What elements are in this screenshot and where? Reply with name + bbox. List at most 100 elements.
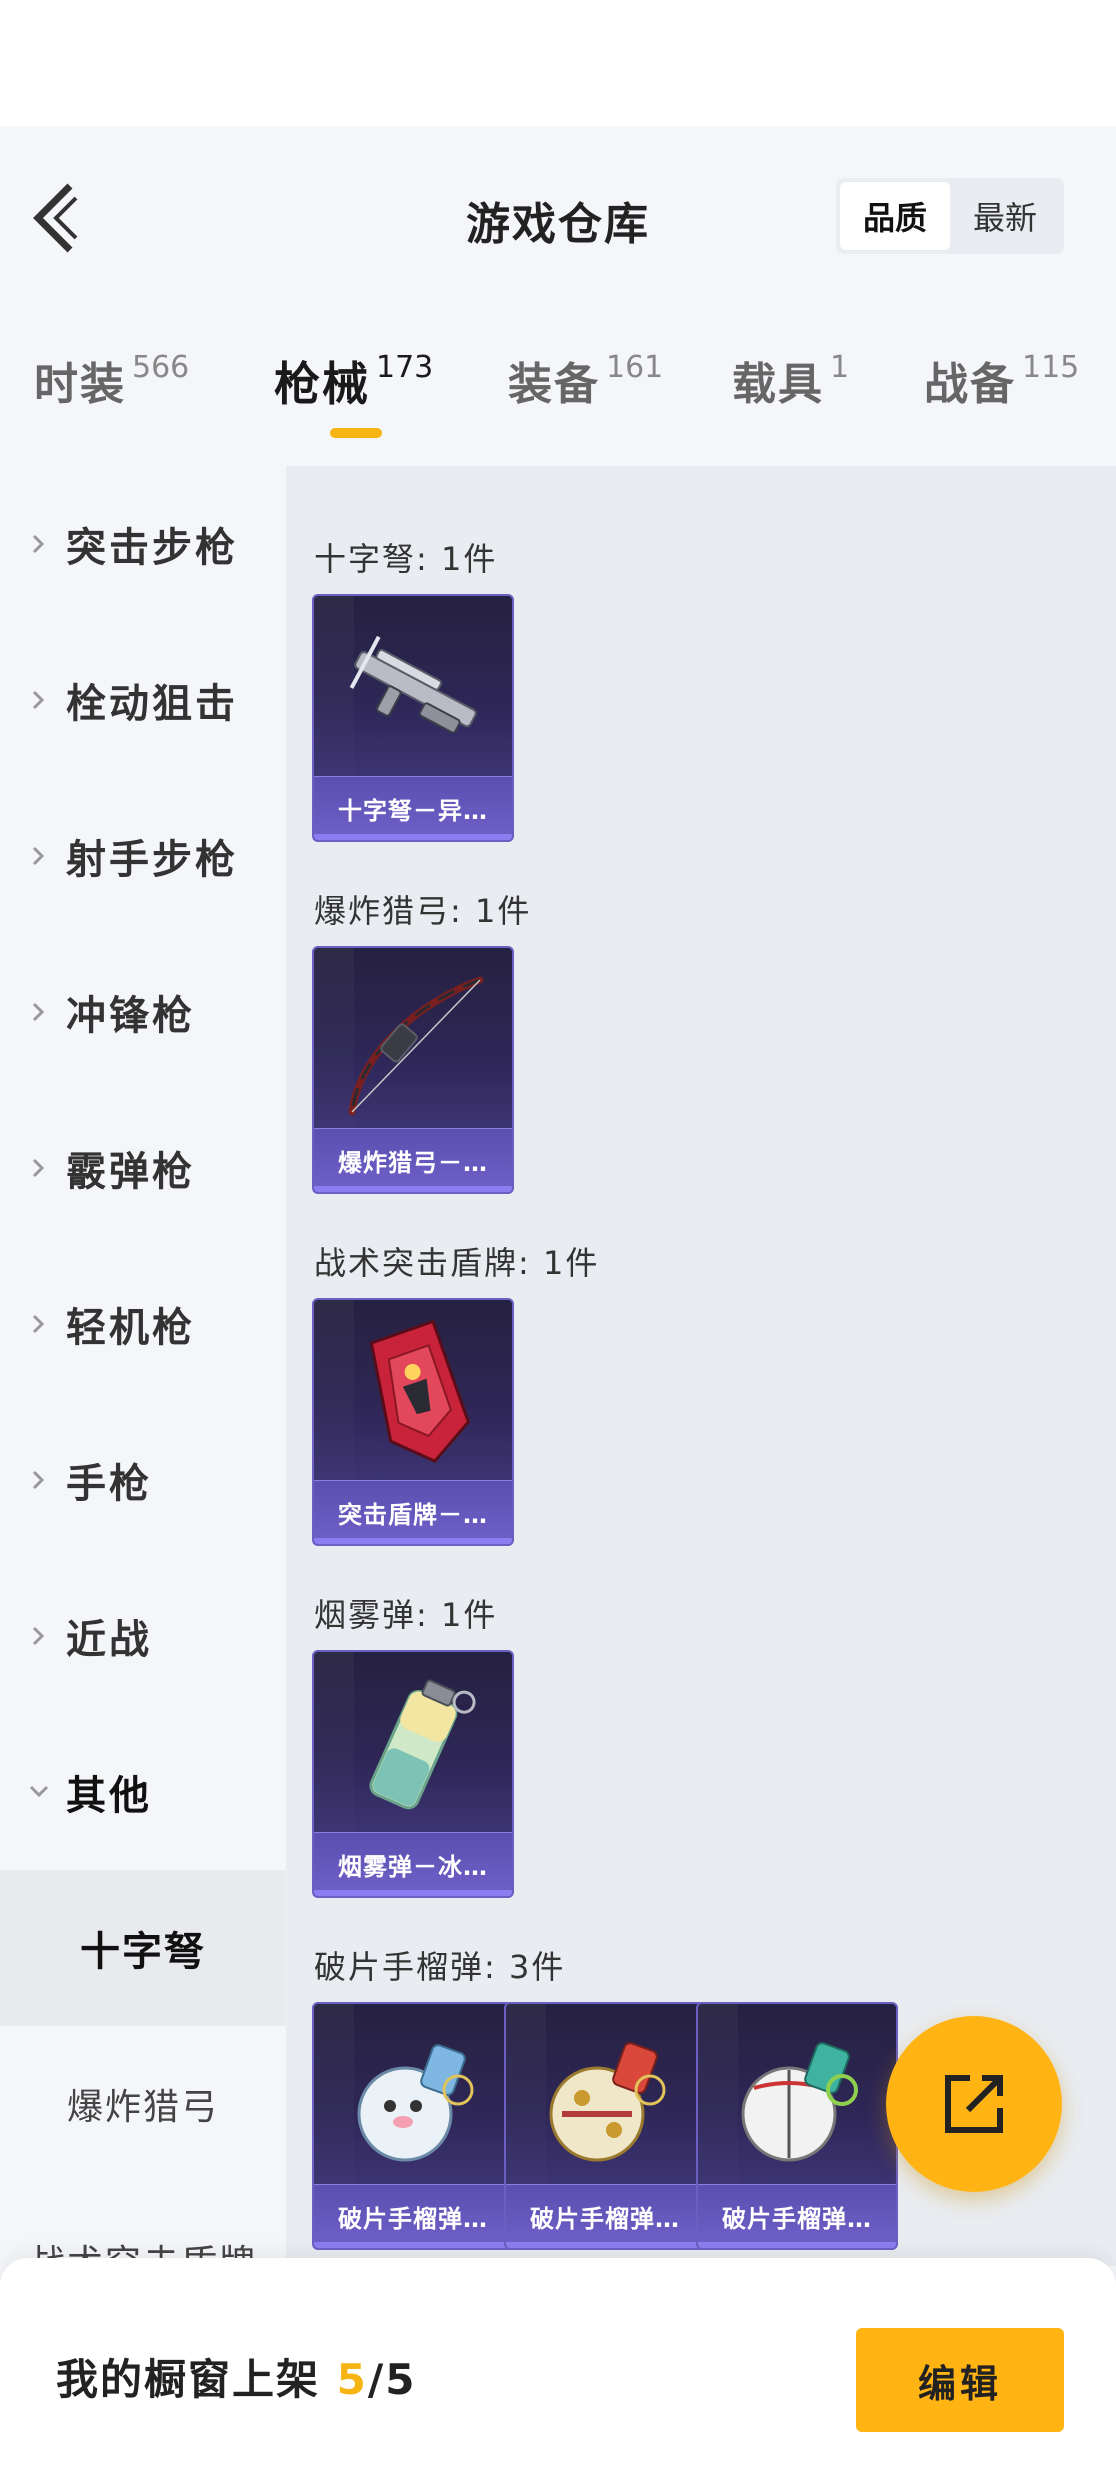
card-bottom-glow	[314, 1186, 512, 1192]
sidebar-subitem-label: 爆炸猎弓	[66, 2087, 219, 2128]
grenade-icon	[549, 2042, 666, 2162]
weapon-category-sidebar: 突击步枪 栓动狙击 射手步枪 冲锋枪 霰弹枪 轻机枪 手枪 近战 其他 十字弩 …	[0, 466, 286, 2284]
section-title: 十字弩: 1件	[314, 540, 498, 578]
sidebar-item-label: 突击步枪	[66, 525, 238, 571]
sidebar-item-label: 手枪	[66, 1461, 152, 1507]
card-bottom-glow	[314, 1890, 512, 1896]
section-title: 破片手榴弹: 3件	[314, 1948, 566, 1986]
chevron-right-icon	[32, 846, 45, 866]
tab-label: 枪械	[274, 357, 370, 411]
section-title: 烟雾弹: 1件	[314, 1596, 498, 1634]
card-bottom-glow	[506, 2242, 704, 2248]
item-card[interactable]: 爆炸猎弓－…	[312, 946, 514, 1194]
tab-count: 566	[132, 350, 190, 385]
item-name-bar: 破片手榴弹…	[506, 2184, 704, 2248]
tab-count: 161	[606, 350, 664, 385]
item-name-bar: 爆炸猎弓－…	[314, 1128, 512, 1192]
item-card[interactable]: 破片手榴弹…	[312, 2002, 514, 2250]
sidebar-item-smg[interactable]: 冲锋枪	[0, 934, 286, 1090]
sidebar-item-shotgun[interactable]: 霰弹枪	[0, 1090, 286, 1246]
status-bar	[0, 0, 1116, 126]
item-card[interactable]: 破片手榴弹…	[696, 2002, 898, 2250]
card-bottom-glow	[314, 1538, 512, 1544]
tab-equipment[interactable]: 装备 161	[508, 348, 663, 412]
edit-button[interactable]: 编辑	[856, 2328, 1064, 2432]
item-card[interactable]: 突击盾牌－…	[312, 1298, 514, 1546]
sidebar-item-label: 冲锋枪	[66, 993, 195, 1039]
shelf-current-count: 5	[336, 2355, 368, 2404]
tab-count: 1	[830, 350, 850, 385]
sidebar-item-label: 射手步枪	[66, 837, 238, 883]
sidebar-item-label: 轻机枪	[66, 1305, 195, 1351]
item-name: 破片手榴弹…	[722, 2205, 872, 2233]
warehouse-page: 游戏仓库 品质 最新 时装 566 枪械 173 装备 161 载具 1 战备 …	[0, 0, 1116, 2484]
sidebar-subitem-crossbow[interactable]: 十字弩	[0, 1870, 286, 2026]
sidebar-item-label: 近战	[66, 1617, 152, 1663]
tab-vehicles[interactable]: 载具 1	[732, 348, 849, 412]
item-name-bar: 烟雾弹－冰…	[314, 1832, 512, 1896]
item-card[interactable]: 烟雾弹－冰…	[312, 1650, 514, 1898]
item-name-bar: 突击盾牌－…	[314, 1480, 512, 1544]
chevron-right-icon	[32, 1470, 45, 1490]
item-name-bar: 破片手榴弹…	[698, 2184, 896, 2248]
section-title: 战术突击盾牌: 1件	[314, 1244, 600, 1282]
sidebar-item-melee[interactable]: 近战	[0, 1558, 286, 1714]
item-name: 破片手榴弹…	[530, 2205, 680, 2233]
item-name: 破片手榴弹…	[338, 2205, 488, 2233]
shelf-label: 我的橱窗上架	[56, 2355, 321, 2404]
sidebar-item-other[interactable]: 其他	[0, 1714, 286, 1870]
item-card[interactable]: 十字弩－异…	[312, 594, 514, 842]
sidebar-subitem-label: 十字弩	[80, 1929, 206, 1975]
tab-label: 时装	[34, 359, 126, 410]
grenade-icon	[357, 2044, 474, 2162]
showcase-shelf-status: 我的橱窗上架 5/5	[56, 2346, 416, 2407]
item-name: 爆炸猎弓－…	[338, 1149, 488, 1177]
showcase-footer: 我的橱窗上架 5/5 编辑	[0, 2258, 1116, 2484]
external-link-icon	[945, 2075, 1003, 2133]
tab-fashion[interactable]: 时装 566	[34, 348, 189, 412]
shelf-total-count: /5	[367, 2355, 417, 2404]
active-tab-indicator	[330, 428, 382, 438]
bow-icon	[348, 976, 484, 1116]
smoke-grenade-icon	[369, 1679, 476, 1810]
crossbow-icon	[349, 635, 477, 734]
sidebar-item-lmg[interactable]: 轻机枪	[0, 1246, 286, 1402]
share-fab-button[interactable]	[886, 2016, 1062, 2192]
chevron-right-icon	[32, 690, 45, 710]
sort-toggle: 品质 最新	[836, 178, 1064, 254]
sidebar-item-bolt-sniper[interactable]: 栓动狙击	[0, 622, 286, 778]
item-name-bar: 破片手榴弹…	[314, 2184, 512, 2248]
shield-icon	[369, 1319, 471, 1464]
item-name: 烟雾弹－冰…	[338, 1853, 488, 1881]
sort-quality-option[interactable]: 品质	[840, 182, 950, 250]
item-name: 突击盾牌－…	[338, 1501, 488, 1529]
tab-label: 载具	[732, 359, 824, 410]
chevron-right-icon	[32, 534, 45, 554]
section-title: 爆炸猎弓: 1件	[314, 892, 532, 930]
tab-count: 115	[1022, 350, 1080, 385]
grenade-icon	[741, 2042, 858, 2162]
card-bottom-glow	[314, 2242, 512, 2248]
item-name-bar: 十字弩－异…	[314, 776, 512, 840]
sidebar-item-label: 霰弹枪	[66, 1149, 195, 1195]
chevron-right-icon	[32, 1626, 45, 1646]
header: 游戏仓库 品质 最新	[0, 126, 1116, 306]
chevron-right-icon	[32, 1314, 45, 1334]
card-bottom-glow	[314, 834, 512, 840]
chevron-right-icon	[32, 1158, 45, 1178]
sidebar-subitem-explosive-bow[interactable]: 爆炸猎弓	[0, 2026, 286, 2182]
chevron-down-icon	[29, 1785, 49, 1798]
card-bottom-glow	[698, 2242, 896, 2248]
sidebar-item-pistol[interactable]: 手枪	[0, 1402, 286, 1558]
item-name: 十字弩－异…	[338, 797, 488, 825]
tab-count: 173	[376, 350, 434, 385]
sidebar-item-marksman-rifle[interactable]: 射手步枪	[0, 778, 286, 934]
tab-supplies[interactable]: 战备 115	[924, 348, 1079, 412]
tab-firearms[interactable]: 枪械 173	[274, 348, 433, 414]
category-tabs: 时装 566 枪械 173 装备 161 载具 1 战备 115	[0, 306, 1116, 466]
sort-newest-option[interactable]: 最新	[950, 182, 1060, 250]
sidebar-item-assault-rifle[interactable]: 突击步枪	[0, 466, 286, 622]
tab-label: 战备	[924, 359, 1016, 410]
chevron-right-icon	[32, 1002, 45, 1022]
item-card[interactable]: 破片手榴弹…	[504, 2002, 706, 2250]
